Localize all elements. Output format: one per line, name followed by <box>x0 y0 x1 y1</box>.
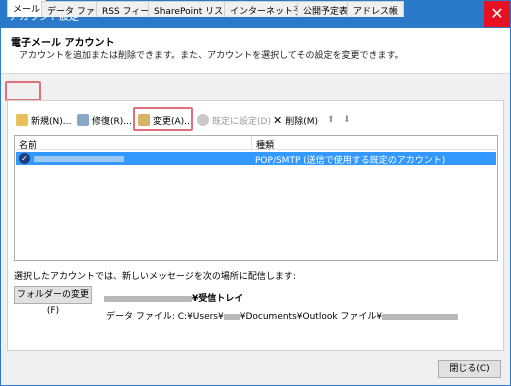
account-name-redacted <box>34 156 124 162</box>
column-name-header[interactable]: 名前 <box>19 138 37 151</box>
inbox-suffix: ¥受信トレイ <box>192 294 244 304</box>
list-header: 名前 種類 <box>15 136 497 151</box>
new-account-icon <box>16 114 28 126</box>
repair-button[interactable]: 修復(R)... <box>77 113 132 127</box>
data-file-middle: ¥Documents¥Outlook ファイル¥ <box>239 312 383 322</box>
tab-published-calendars[interactable]: 公開予定表 <box>297 1 355 17</box>
close-button[interactable]: 閉じる(C) <box>438 360 501 378</box>
redacted-mailbox <box>104 295 192 302</box>
new-button[interactable]: 新規(N)... <box>16 113 71 127</box>
redacted-username <box>223 313 240 320</box>
column-divider <box>251 136 252 150</box>
account-type: POP/SMTP (送信で使用する既定のアカウント) <box>255 156 446 166</box>
close-icon[interactable]: ✕ <box>484 1 510 27</box>
change-folder-button[interactable]: フォルダーの変更(F) <box>14 286 92 316</box>
column-type-header[interactable]: 種類 <box>256 138 274 151</box>
set-default-button[interactable]: 既定に設定(D) <box>197 113 271 127</box>
change-button-highlight <box>133 107 193 131</box>
default-check-icon <box>197 114 209 126</box>
data-file-prefix: データ ファイル: C:¥Users¥ <box>106 312 224 322</box>
account-list[interactable]: 名前 種類 ✓ POP/SMTP (送信で使用する既定のアカウント) <box>14 135 498 261</box>
delivery-folder-path: ¥受信トレイ <box>104 291 243 304</box>
section-description: アカウントを追加または削除できます。また、アカウントを選択してその設定を変更でき… <box>19 51 404 61</box>
new-label: 新規(N)... <box>31 116 72 127</box>
tab-address-books[interactable]: アドレス帳 <box>347 1 405 17</box>
move-down-icon[interactable]: ⬇ <box>343 113 351 127</box>
data-file-path: データ ファイル: C:¥Users¥ ¥Documents¥Outlook ファ… <box>106 309 459 322</box>
repair-icon <box>77 114 89 126</box>
account-settings-window: アカウント設定 ✕ 電子メール アカウント アカウントを追加または削除できます。… <box>0 0 511 386</box>
mail-tab-highlight <box>5 81 41 101</box>
delivery-label: 選択したアカウントでは、新しいメッセージを次の場所に配信します: <box>14 272 296 282</box>
default-account-check-icon: ✓ <box>19 153 30 164</box>
redacted-filename <box>382 313 459 320</box>
header-panel: 電子メール アカウント アカウントを追加または削除できます。また、アカウントを選… <box>1 28 510 74</box>
repair-label: 修復(R)... <box>92 116 132 127</box>
delete-button[interactable]: ✕ 削除(M) <box>273 113 318 127</box>
section-title: 電子メール アカウント <box>11 38 115 49</box>
delete-x-icon: ✕ <box>273 113 283 127</box>
move-up-icon[interactable]: ⬆ <box>327 113 335 127</box>
delete-label: 削除(M) <box>285 116 319 127</box>
account-row[interactable]: ✓ POP/SMTP (送信で使用する既定のアカウント) <box>16 152 496 166</box>
set-default-label: 既定に設定(D) <box>212 116 271 127</box>
